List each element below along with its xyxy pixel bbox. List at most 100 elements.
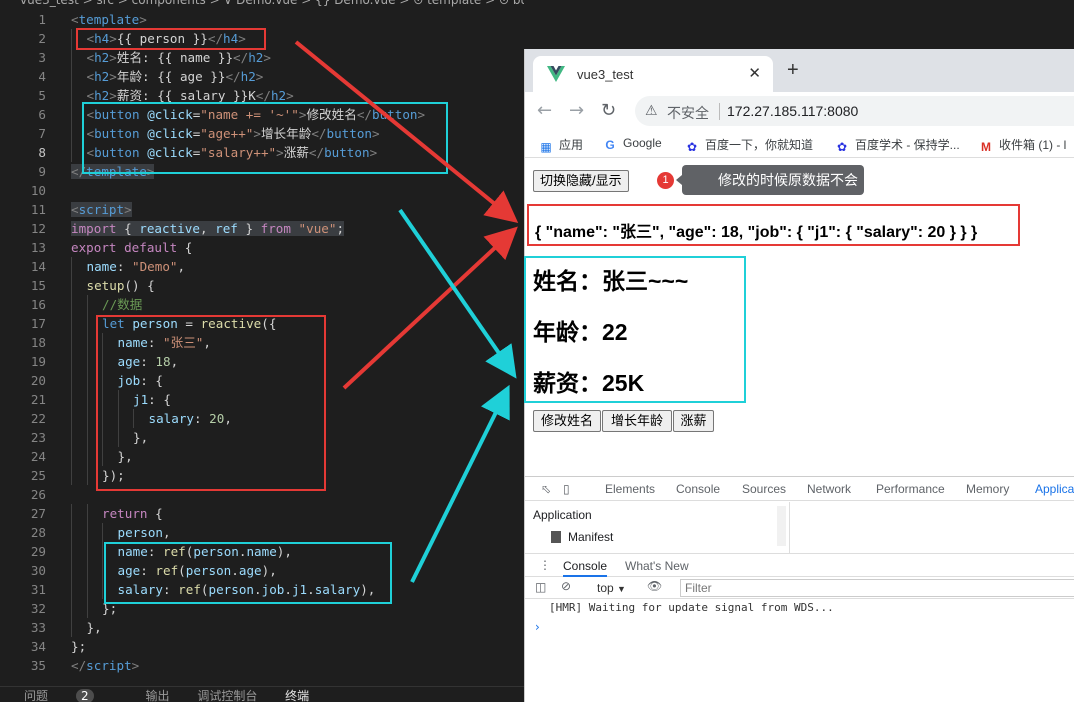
- drawer-menu-icon[interactable]: ⋮: [539, 558, 551, 572]
- indent-guide: [86, 295, 88, 314]
- console-prompt[interactable]: ›: [535, 620, 540, 634]
- code-line[interactable]: 27 return {: [0, 504, 524, 523]
- code-line[interactable]: 4 <h2>年龄: {{ age }}</h2>: [0, 67, 524, 86]
- tab-memory[interactable]: Memory: [966, 482, 1009, 496]
- close-tab-icon[interactable]: ✕: [748, 64, 761, 82]
- change-name-button[interactable]: 修改姓名: [533, 410, 601, 432]
- increase-age-button[interactable]: 增长年龄: [602, 410, 672, 432]
- panel-tab-output[interactable]: 输出: [145, 689, 169, 702]
- code-line[interactable]: 9 </template>: [0, 162, 524, 181]
- code-line[interactable]: 21 j1: {: [0, 390, 524, 409]
- warning-icon[interactable]: ⚠: [645, 102, 658, 119]
- sidebar-toggle-icon[interactable]: ◫: [535, 580, 546, 594]
- code-line[interactable]: 34};: [0, 637, 524, 656]
- code-area[interactable]: 1 <template> 2 <h4>{{ person }}</h4> 3 <h2>姓名…: [0, 10, 524, 675]
- code-line[interactable]: 7 <button @click="age++">增长年龄</button>: [0, 124, 524, 143]
- code-line[interactable]: 8 <button @click="salary++">涨薪</button>: [0, 143, 524, 162]
- code-text: <button @click="age++">增长年龄</button>: [86, 126, 380, 141]
- reload-icon[interactable]: ↻: [601, 100, 616, 121]
- indent-guide: [102, 371, 103, 390]
- indent-guide: [71, 276, 72, 295]
- code-line[interactable]: 12 import { reactive, ref } from "vue";: [0, 219, 524, 238]
- panel-tab-terminal[interactable]: 终端: [285, 689, 309, 702]
- code-line[interactable]: 26: [0, 485, 524, 504]
- code-line[interactable]: 6 <button @click="name += '~'">修改姓名</butt…: [0, 105, 524, 124]
- code-line[interactable]: 31 salary: ref(person.job.j1.salary),: [0, 580, 524, 599]
- code-line[interactable]: 30 age: ref(person.age),: [0, 561, 524, 580]
- line-number: 14: [30, 259, 46, 274]
- panel-tab-debug-console[interactable]: 调试控制台: [197, 689, 257, 702]
- code-text: import { reactive, ref } from "vue";: [71, 221, 345, 236]
- code-editor[interactable]: vue3_test > src > components > ∨ Demo.vu…: [0, 0, 524, 702]
- code-line[interactable]: 15 setup() {: [0, 276, 524, 295]
- code-line[interactable]: 3 <h2>姓名: {{ name }}</h2>: [0, 48, 524, 67]
- code-line[interactable]: 22 salary: 20,: [0, 409, 524, 428]
- code-line[interactable]: 2 <h4>{{ person }}</h4>: [0, 29, 524, 48]
- code-text: <button @click="salary++">涨薪</button>: [86, 145, 378, 160]
- device-toggle-icon[interactable]: ▯: [563, 482, 570, 496]
- tab-performance[interactable]: Performance: [876, 482, 945, 496]
- bookmarks-bar: ▦ 应用 G Google ✿ 百度一下，你就知道 ✿ 百度学术 - 保持学... M收…: [525, 130, 1074, 158]
- bookmark-label: 百度学术 - 保持学...: [855, 138, 960, 152]
- code-line[interactable]: 18 name: "张三",: [0, 333, 524, 352]
- indent-guide: [86, 542, 88, 561]
- context-select[interactable]: top ▼: [597, 581, 626, 595]
- browser-tab[interactable]: vue3_test ✕: [533, 56, 773, 92]
- console-filter-input[interactable]: Filter: [680, 579, 1074, 597]
- line-number: 24: [30, 449, 46, 464]
- security-label[interactable]: 不安全: [667, 103, 709, 123]
- url-text[interactable]: 172.27.185.117:8080: [727, 103, 858, 119]
- drawer-tab-whats-new[interactable]: What's New: [625, 559, 689, 573]
- forward-icon[interactable]: →: [569, 100, 584, 121]
- manifest-item[interactable]: Manifest: [568, 530, 613, 544]
- tab-sources[interactable]: Sources: [742, 482, 786, 496]
- bookmark-gmail[interactable]: M 收件箱 (1) - l: [979, 136, 1066, 154]
- drawer-tab-console[interactable]: Console: [563, 559, 608, 577]
- tab-console[interactable]: Console: [676, 482, 720, 496]
- code-line[interactable]: 20 job: {: [0, 371, 524, 390]
- sidebar-scrollbar[interactable]: [777, 506, 786, 546]
- code-line[interactable]: 1 <template>: [0, 10, 524, 29]
- new-tab-button[interactable]: +: [787, 59, 799, 82]
- bookmark-apps[interactable]: ▦ 应用: [539, 136, 583, 154]
- bookmark-baidu-scholar[interactable]: ✿ 百度学术 - 保持学...: [835, 136, 960, 154]
- code-line[interactable]: 35 </script>: [0, 656, 524, 675]
- panel-tab-problems[interactable]: 问题 2: [24, 689, 118, 702]
- tab-network[interactable]: Network: [807, 482, 851, 496]
- code-line[interactable]: 13 export default {: [0, 238, 524, 257]
- bookmark-baidu[interactable]: ✿ 百度一下，你就知道: [685, 136, 813, 154]
- clear-console-icon[interactable]: ⊘: [561, 579, 571, 593]
- toggle-visibility-button[interactable]: 切换隐藏/显示: [533, 170, 629, 192]
- code-line[interactable]: 33},: [0, 618, 524, 637]
- panel-tabs: 问题 2 输出 调试控制台 终端: [0, 686, 524, 702]
- indent-guide: [71, 143, 72, 162]
- eye-icon[interactable]: 👁: [647, 579, 662, 593]
- code-line[interactable]: 23},: [0, 428, 524, 447]
- name-heading: 姓名：张三~~~: [533, 268, 689, 294]
- code-line[interactable]: 19 age: 18,: [0, 352, 524, 371]
- code-line[interactable]: 17 let person = reactive({: [0, 314, 524, 333]
- tab-elements[interactable]: Elements: [605, 482, 655, 496]
- tab-application[interactable]: Applica: [1035, 482, 1074, 496]
- code-text: person,: [117, 525, 171, 540]
- code-line[interactable]: 16 //数据: [0, 295, 524, 314]
- inspect-icon[interactable]: ⬁: [541, 482, 551, 496]
- breadcrumb[interactable]: vue3_test > src > components > ∨ Demo.vu…: [0, 0, 524, 9]
- bookmark-google[interactable]: G Google: [603, 136, 661, 152]
- raise-salary-button[interactable]: 涨薪: [673, 410, 714, 432]
- code-line[interactable]: 32};: [0, 599, 524, 618]
- code-line[interactable]: 24},: [0, 447, 524, 466]
- code-line[interactable]: 11 <script>: [0, 200, 524, 219]
- indent-guide: [86, 561, 88, 580]
- application-sidebar: Application Manifest: [525, 502, 790, 554]
- address-bar[interactable]: ⚠ 不安全 172.27.185.117:8080: [635, 96, 1074, 126]
- code-text: <button @click="name += '~'">修改姓名</butto…: [86, 107, 426, 122]
- code-line[interactable]: 10: [0, 181, 524, 200]
- line-number: 12: [30, 221, 46, 236]
- code-line[interactable]: 25});: [0, 466, 524, 485]
- code-line[interactable]: 28 person,: [0, 523, 524, 542]
- code-line[interactable]: 5 <h2>薪资: {{ salary }}K</h2>: [0, 86, 524, 105]
- back-icon[interactable]: ←: [537, 100, 552, 121]
- code-line[interactable]: 14 name: "Demo",: [0, 257, 524, 276]
- code-line[interactable]: 29 name: ref(person.name),: [0, 542, 524, 561]
